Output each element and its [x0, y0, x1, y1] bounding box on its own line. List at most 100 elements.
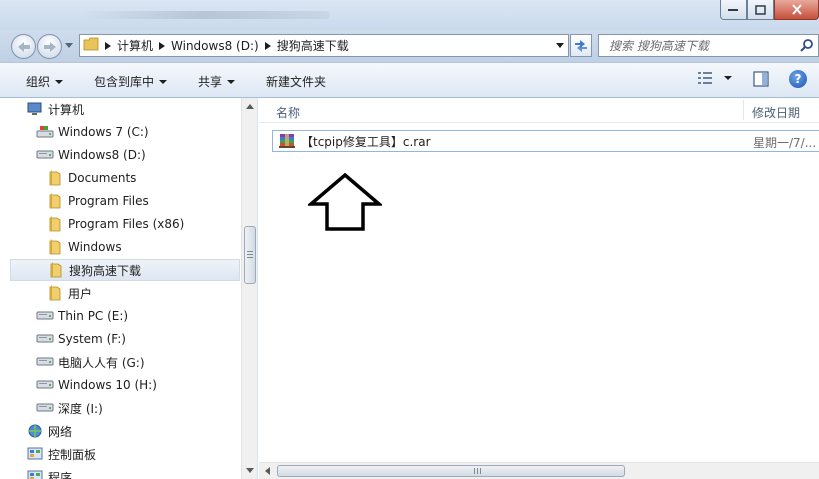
nav-item[interactable]: Windows 7 (C:): [10, 121, 240, 143]
include-in-library-menu[interactable]: 包含到库中: [94, 73, 168, 90]
nav-item-label: Thin PC (E:): [58, 309, 129, 323]
search-input[interactable]: [609, 38, 789, 53]
scroll-left-icon[interactable]: [265, 467, 270, 475]
maximize-icon: [755, 4, 766, 15]
nav-item-label: 控制面板: [48, 447, 97, 462]
nav-item[interactable]: 电脑人人有 (G:): [10, 351, 240, 373]
up-arrow-annotation-icon: [308, 172, 382, 231]
drive-icon: [36, 403, 54, 413]
chevron-down-icon: [159, 79, 168, 84]
breadcrumb-drive[interactable]: Windows8 (D:): [171, 39, 259, 53]
nav-item[interactable]: 用户: [10, 282, 240, 304]
change-view-button[interactable]: [698, 71, 732, 85]
navigation-scrollbar[interactable]: [241, 98, 257, 479]
close-icon: [791, 4, 802, 15]
share-menu[interactable]: 共享: [198, 73, 236, 90]
organize-menu[interactable]: 组织: [26, 73, 64, 90]
scrollbar-thumb[interactable]: [244, 226, 256, 284]
new-folder-button[interactable]: 新建文件夹: [266, 73, 326, 90]
column-divider[interactable]: [743, 100, 744, 120]
nav-item-label: 用户: [68, 286, 93, 301]
nav-item-label: Documents: [68, 171, 137, 185]
nav-item[interactable]: Documents: [10, 167, 240, 189]
nav-item[interactable]: 计算机: [10, 98, 240, 120]
scroll-up-icon[interactable]: [246, 104, 254, 109]
folder-icon: [46, 216, 64, 232]
file-row[interactable]: 【tcpip修复工具】c.rar 星期一/7/...: [272, 130, 819, 152]
drive-icon: [36, 380, 54, 390]
horizontal-scrollbar[interactable]: [259, 462, 819, 479]
close-button[interactable]: [774, 0, 819, 20]
nav-item[interactable]: Program Files: [10, 190, 240, 212]
folder-icon: [46, 285, 64, 301]
breadcrumb-computer[interactable]: 计算机: [117, 37, 153, 54]
window-title-blurred: [80, 11, 330, 19]
address-bar[interactable]: 计算机 Windows8 (D:) 搜狗高速下载: [79, 34, 569, 57]
drive-icon: [36, 311, 54, 321]
forward-button[interactable]: [37, 34, 62, 59]
chevron-down-icon: [227, 79, 236, 84]
command-bar: 组织 包含到库中 共享 新建文件夹 ?: [0, 62, 819, 98]
nav-item-label: Windows: [68, 240, 122, 254]
nav-item-label: 电脑人人有 (G:): [58, 355, 145, 370]
horizontal-scrollbar-thumb[interactable]: [277, 465, 625, 477]
folder-icon: [46, 239, 64, 255]
breadcrumb-chevron-icon[interactable]: [105, 41, 111, 50]
recent-pages-chevron-icon[interactable]: [65, 43, 73, 48]
share-label: 共享: [198, 75, 223, 89]
nav-item[interactable]: 深度 (I:): [10, 397, 240, 419]
drive-icon: [36, 150, 54, 160]
nav-item[interactable]: Thin PC (E:): [10, 305, 240, 327]
view-details-icon: [698, 72, 712, 84]
system-drive-icon: [36, 125, 54, 139]
preview-pane-icon: [753, 71, 769, 87]
column-header-date-modified[interactable]: 修改日期: [752, 104, 800, 121]
minimize-button[interactable]: [720, 0, 747, 20]
nav-item-label: 深度 (I:): [58, 401, 103, 416]
maximize-button[interactable]: [747, 0, 774, 20]
nav-item-label: Windows8 (D:): [58, 148, 146, 162]
refresh-button[interactable]: [570, 34, 592, 57]
back-button[interactable]: [11, 34, 36, 59]
control-panel-icon: [26, 447, 44, 461]
search-box[interactable]: [598, 34, 819, 57]
nav-item-label: Program Files (x86): [68, 217, 185, 231]
nav-item-label: Program Files: [68, 194, 149, 208]
chevron-down-icon: [724, 76, 732, 80]
title-bar: [0, 0, 819, 30]
nav-item-label: Windows 7 (C:): [58, 125, 149, 139]
breadcrumb-chevron-icon[interactable]: [264, 41, 271, 50]
control-panel-icon: [26, 470, 44, 479]
search-icon[interactable]: [800, 38, 814, 55]
nav-item-label: 计算机: [48, 102, 85, 117]
new-folder-label: 新建文件夹: [266, 75, 327, 89]
nav-item[interactable]: System (F:): [10, 328, 240, 350]
back-arrow-icon: [17, 41, 30, 52]
include-in-library-label: 包含到库中: [94, 75, 155, 89]
nav-item[interactable]: 搜狗高速下载: [10, 259, 240, 281]
nav-item[interactable]: 控制面板: [10, 443, 240, 465]
drive-icon: [36, 334, 54, 344]
minimize-icon: [728, 8, 738, 11]
file-name: 【tcpip修复工具】c.rar: [301, 134, 431, 149]
organize-label: 组织: [26, 75, 51, 89]
nav-item[interactable]: 网络: [10, 420, 240, 442]
computer-icon: [26, 102, 44, 116]
column-header-name[interactable]: 名称: [276, 104, 300, 121]
nav-item[interactable]: 程序: [10, 466, 240, 479]
preview-pane-button[interactable]: [753, 71, 769, 90]
breadcrumb-chevron-icon[interactable]: [159, 41, 166, 50]
folder-icon: [83, 37, 99, 54]
address-dropdown-icon[interactable]: [556, 43, 564, 48]
scroll-down-icon[interactable]: [246, 468, 254, 473]
nav-item[interactable]: Windows 10 (H:): [10, 374, 240, 396]
breadcrumb-current-folder[interactable]: 搜狗高速下载: [277, 37, 349, 54]
help-button[interactable]: ?: [789, 70, 807, 88]
column-header-row: 名称 修改日期: [259, 98, 819, 123]
network-icon: [26, 423, 44, 439]
nav-item[interactable]: Program Files (x86): [10, 213, 240, 235]
nav-item[interactable]: Windows: [10, 236, 240, 258]
nav-item[interactable]: Windows8 (D:): [10, 144, 240, 166]
rar-archive-icon: [278, 133, 296, 149]
drive-icon: [36, 357, 54, 367]
